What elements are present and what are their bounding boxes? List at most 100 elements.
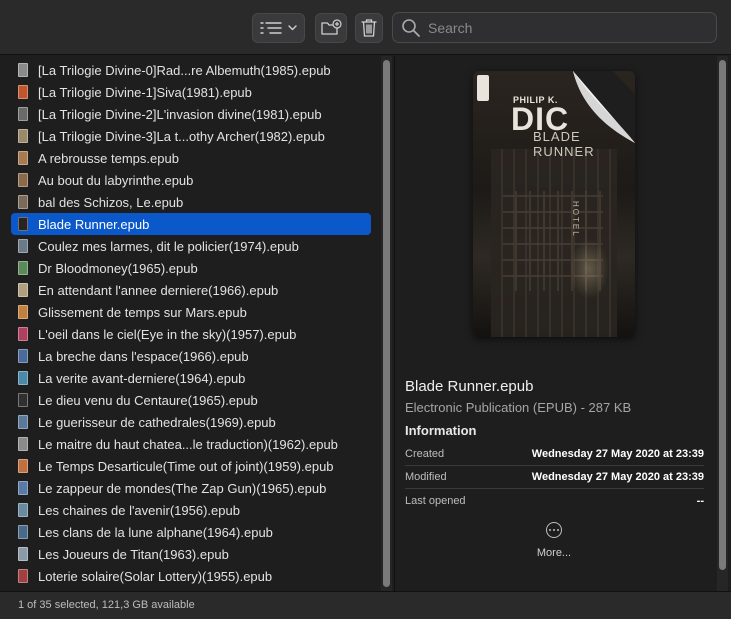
preview-title: Blade Runner.epub (405, 378, 534, 395)
epub-file-icon (18, 217, 28, 231)
epub-file-icon (18, 371, 28, 385)
file-name: La verite avant-derniere(1964).epub (38, 370, 246, 386)
epub-file-icon (18, 151, 28, 165)
file-row[interactable]: [La Trilogie Divine-1]Siva(1981).epub (11, 81, 371, 103)
epub-file-icon (18, 547, 28, 561)
epub-file-icon (18, 129, 28, 143)
preview-scrollbar-thumb[interactable] (719, 60, 726, 570)
file-name: En attendant l'annee derniere(1966).epub (38, 282, 279, 298)
preview-pane: PHILIP K. DIC BLADE RUNNER HOTEL Blade R… (395, 56, 717, 591)
file-name: Le guerisseur de cathedrales(1969).epub (38, 414, 276, 430)
file-name: Dr Bloodmoney(1965).epub (38, 260, 198, 276)
epub-file-icon (18, 173, 28, 187)
info-label: Last opened (405, 494, 466, 507)
new-folder-icon (321, 19, 342, 35)
file-row[interactable]: L'oeil dans le ciel(Eye in the sky)(1957… (11, 323, 371, 345)
info-row-modified: Modified Wednesday 27 May 2020 at 23:39 (405, 466, 704, 489)
file-name: L'oeil dans le ciel(Eye in the sky)(1957… (38, 326, 297, 342)
file-row[interactable]: Le zappeur de mondes(The Zap Gun)(1965).… (11, 477, 371, 499)
file-name: Les chaines de l'avenir(1956).epub (38, 502, 240, 518)
preview-scrollbar[interactable] (717, 56, 728, 591)
file-name: A rebrousse temps.epub (38, 150, 179, 166)
epub-file-icon (18, 305, 28, 319)
list-view-icon (259, 22, 297, 34)
file-name: Blade Runner.epub (38, 216, 150, 232)
cover-hotel-sign: HOTEL (571, 201, 580, 238)
file-name: Le Temps Desarticule(Time out of joint)(… (38, 458, 334, 474)
file-row[interactable]: Blade Runner.epub (11, 213, 371, 235)
status-text: 1 of 35 selected, 121,3 GB available (18, 599, 195, 611)
epub-file-icon (18, 503, 28, 517)
file-row[interactable]: Coulez mes larmes, dit le policier(1974)… (11, 235, 371, 257)
file-row[interactable]: Le dieu venu du Centaure(1965).epub (11, 389, 371, 411)
info-value: -- (696, 494, 704, 507)
file-row[interactable]: Dr Bloodmoney(1965).epub (11, 257, 371, 279)
info-row-created: Created Wednesday 27 May 2020 at 23:39 (405, 443, 704, 466)
info-value: Wednesday 27 May 2020 at 23:39 (531, 471, 704, 483)
file-list-scrollbar[interactable] (381, 56, 392, 591)
new-folder-button[interactable] (315, 13, 347, 43)
more-button[interactable]: More... (526, 547, 582, 559)
file-name: Le dieu venu du Centaure(1965).epub (38, 392, 258, 408)
file-list: [La Trilogie Divine-0]Rad...re Albemuth(… (11, 59, 371, 587)
epub-file-icon (18, 459, 28, 473)
cover-glow (569, 239, 609, 299)
file-row[interactable]: Loterie solaire(Solar Lottery)(1955).epu… (11, 565, 371, 587)
file-list-scrollbar-thumb[interactable] (383, 60, 390, 587)
epub-file-icon (18, 239, 28, 253)
info-label: Modified (405, 471, 447, 483)
epub-file-icon (18, 283, 28, 297)
epub-file-icon (18, 63, 28, 77)
file-name: Le maitre du haut chatea...le traduction… (38, 436, 338, 452)
file-row[interactable]: bal des Schizos, Le.epub (11, 191, 371, 213)
preview-subtitle: Electronic Publication (EPUB) - 287 KB (405, 400, 632, 415)
file-list-pane: [La Trilogie Divine-0]Rad...re Albemuth(… (0, 56, 381, 591)
view-options-button[interactable] (252, 13, 305, 43)
file-name: bal des Schizos, Le.epub (38, 194, 184, 210)
epub-file-icon (18, 195, 28, 209)
more-icon[interactable] (546, 522, 562, 538)
file-row[interactable]: Au bout du labyrinthe.epub (11, 169, 371, 191)
epub-file-icon (18, 415, 28, 429)
file-row[interactable]: Les chaines de l'avenir(1956).epub (11, 499, 371, 521)
epub-file-icon (18, 261, 28, 275)
epub-file-icon (18, 107, 28, 121)
file-name: Les Joueurs de Titan(1963).epub (38, 546, 229, 562)
epub-file-icon (18, 349, 28, 363)
file-name: Le zappeur de mondes(The Zap Gun)(1965).… (38, 480, 327, 496)
epub-file-icon (18, 327, 28, 341)
cover-title-line2: RUNNER (533, 144, 595, 159)
search-icon (402, 18, 420, 37)
file-name: Au bout du labyrinthe.epub (38, 172, 194, 188)
file-name: Les clans de la lune alphane(1964).epub (38, 524, 273, 540)
file-row[interactable]: Le guerisseur de cathedrales(1969).epub (11, 411, 371, 433)
file-row[interactable]: Les clans de la lune alphane(1964).epub (11, 521, 371, 543)
page-curl-icon (573, 71, 635, 143)
file-name: Glissement de temps sur Mars.epub (38, 304, 247, 320)
file-row[interactable]: La breche dans l'espace(1966).epub (11, 345, 371, 367)
file-row[interactable]: [La Trilogie Divine-0]Rad...re Albemuth(… (11, 59, 371, 81)
search-field[interactable] (392, 12, 717, 43)
epub-file-icon (18, 393, 28, 407)
file-row[interactable]: [La Trilogie Divine-3]La t...othy Archer… (11, 125, 371, 147)
file-row[interactable]: Glissement de temps sur Mars.epub (11, 301, 371, 323)
epub-file-icon (18, 437, 28, 451)
file-row[interactable]: A rebrousse temps.epub (11, 147, 371, 169)
file-row[interactable]: [La Trilogie Divine-2]L'invasion divine(… (11, 103, 371, 125)
file-row[interactable]: En attendant l'annee derniere(1966).epub (11, 279, 371, 301)
file-row[interactable]: Le Temps Desarticule(Time out of joint)(… (11, 455, 371, 477)
info-row-last-opened: Last opened -- (405, 489, 704, 512)
file-name: Loterie solaire(Solar Lottery)(1955).epu… (38, 568, 273, 584)
file-row[interactable]: La verite avant-derniere(1964).epub (11, 367, 371, 389)
info-label: Created (405, 448, 445, 460)
finder-window: [La Trilogie Divine-0]Rad...re Albemuth(… (0, 0, 731, 619)
file-row[interactable]: Les Joueurs de Titan(1963).epub (11, 543, 371, 565)
file-row[interactable]: Le maitre du haut chatea...le traduction… (11, 433, 371, 455)
file-name: [La Trilogie Divine-2]L'invasion divine(… (38, 106, 322, 122)
toolbar (0, 0, 731, 55)
trash-button[interactable] (355, 13, 383, 43)
trash-icon (361, 19, 377, 37)
search-input[interactable] (428, 19, 698, 36)
epub-file-icon (18, 525, 28, 539)
epub-file-icon (18, 85, 28, 99)
